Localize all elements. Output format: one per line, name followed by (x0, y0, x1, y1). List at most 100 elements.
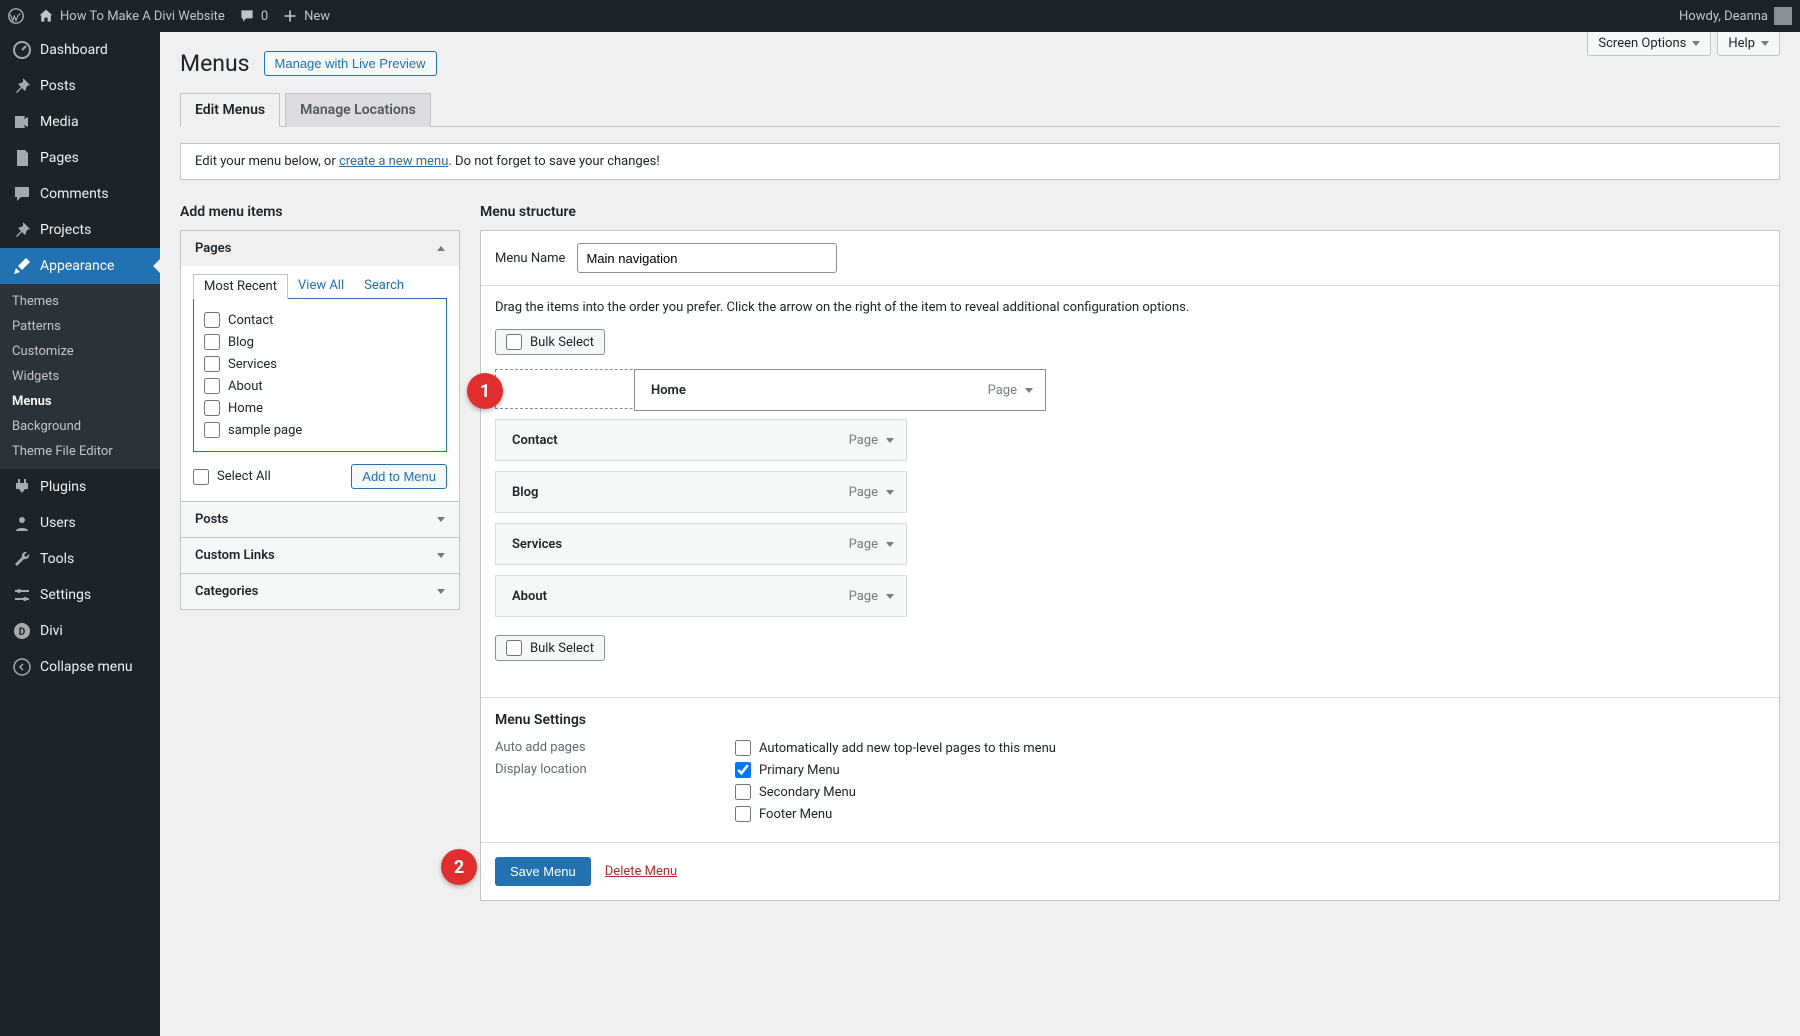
page-checkbox-services[interactable] (204, 356, 220, 372)
menu-settings-heading: Menu Settings (495, 712, 1765, 728)
live-preview-button[interactable]: Manage with Live Preview (264, 51, 437, 76)
user-account[interactable]: Howdy, Deanna (1679, 7, 1792, 25)
panel-pages-body: Most Recent View All Search Contact Blog… (181, 266, 459, 501)
location-secondary-checkbox[interactable] (735, 784, 751, 800)
panel-categories-head[interactable]: Categories (181, 574, 459, 609)
create-menu-link[interactable]: create a new menu (339, 154, 448, 169)
auto-add-label: Auto add pages (495, 740, 735, 756)
chevron-down-icon[interactable] (886, 438, 894, 443)
submenu-theme-editor[interactable]: Theme File Editor (0, 439, 160, 464)
auto-add-checkbox[interactable] (735, 740, 751, 756)
chevron-down-icon (1692, 41, 1700, 46)
edit-notice: Edit your menu below, or create a new me… (180, 143, 1780, 180)
site-title: How To Make A Divi Website (60, 9, 225, 24)
admin-bar: How To Make A Divi Website 0 New Howdy, … (0, 0, 1800, 32)
main-content: Screen Options Help Menus Manage with Li… (160, 32, 1800, 1036)
help-toggle[interactable]: Help (1717, 32, 1780, 56)
collapse-icon (12, 657, 32, 677)
screen-options-toggle[interactable]: Screen Options (1587, 32, 1711, 56)
submenu-widgets[interactable]: Widgets (0, 364, 160, 389)
chevron-down-icon[interactable] (1025, 388, 1033, 393)
svg-text:D: D (19, 627, 26, 638)
sidebar-item-dashboard[interactable]: Dashboard (0, 32, 160, 68)
page-checkbox-sample[interactable] (204, 422, 220, 438)
howdy-text: Howdy, Deanna (1679, 9, 1768, 24)
menu-items-list: 1 Home Page ContactPage BlogPage Service… (495, 369, 1765, 617)
submenu-patterns[interactable]: Patterns (0, 314, 160, 339)
sidebar-item-media[interactable]: Media (0, 104, 160, 140)
wp-logo[interactable] (8, 8, 24, 24)
panel-custom-links-head[interactable]: Custom Links (181, 538, 459, 573)
pages-icon (12, 148, 32, 168)
page-title: Menus (180, 50, 250, 77)
submenu-background[interactable]: Background (0, 414, 160, 439)
chevron-down-icon[interactable] (886, 542, 894, 547)
submenu-customize[interactable]: Customize (0, 339, 160, 364)
chevron-down-icon (437, 553, 445, 558)
sidebar-item-posts[interactable]: Posts (0, 68, 160, 104)
menu-name-input[interactable] (577, 243, 837, 273)
bulk-checkbox[interactable] (506, 640, 522, 656)
save-menu-button[interactable]: Save Menu (495, 857, 591, 886)
sidebar-item-plugins[interactable]: Plugins (0, 469, 160, 505)
bulk-checkbox[interactable] (506, 334, 522, 350)
comments-link[interactable]: 0 (239, 8, 268, 24)
menu-item-blog[interactable]: BlogPage (495, 471, 907, 513)
panel-pages-head[interactable]: Pages (181, 231, 459, 266)
divi-icon: D (12, 621, 32, 641)
menu-item-services[interactable]: ServicesPage (495, 523, 907, 565)
tab-manage-locations[interactable]: Manage Locations (285, 93, 431, 127)
menu-item-home[interactable]: Home Page (634, 369, 1046, 411)
sliders-icon (12, 585, 32, 605)
chevron-down-icon[interactable] (886, 594, 894, 599)
chevron-up-icon (437, 246, 445, 251)
pin-icon (12, 76, 32, 96)
sidebar-item-projects[interactable]: Projects (0, 212, 160, 248)
panel-posts-head[interactable]: Posts (181, 502, 459, 537)
tab-edit-menus[interactable]: Edit Menus (180, 93, 280, 127)
bulk-select-bottom[interactable]: Bulk Select (495, 635, 605, 661)
add-to-menu-button[interactable]: Add to Menu (351, 464, 447, 489)
chevron-down-icon (437, 589, 445, 594)
site-link[interactable]: How To Make A Divi Website (38, 8, 225, 24)
page-checkbox-home[interactable] (204, 400, 220, 416)
submenu-menus[interactable]: Menus (0, 389, 160, 414)
chevron-down-icon[interactable] (886, 490, 894, 495)
menu-item-contact[interactable]: ContactPage (495, 419, 907, 461)
sidebar-item-appearance[interactable]: Appearance (0, 248, 160, 284)
posttype-tab-search[interactable]: Search (354, 274, 414, 298)
location-primary-checkbox[interactable] (735, 762, 751, 778)
sidebar-item-tools[interactable]: Tools (0, 541, 160, 577)
nav-tabs: Edit Menus Manage Locations (180, 93, 1780, 127)
new-content-link[interactable]: New (282, 8, 330, 24)
location-footer-checkbox[interactable] (735, 806, 751, 822)
menu-settings: Menu Settings Auto add pages Automatical… (481, 697, 1779, 842)
select-all-checkbox[interactable] (193, 469, 209, 485)
sidebar-item-collapse[interactable]: Collapse menu (0, 649, 160, 685)
submenu-themes[interactable]: Themes (0, 289, 160, 314)
dashboard-icon (12, 40, 32, 60)
user-icon (12, 513, 32, 533)
menu-item-about[interactable]: AboutPage (495, 575, 907, 617)
annotation-1: 1 (467, 373, 503, 409)
sidebar-item-comments[interactable]: Comments (0, 176, 160, 212)
plugin-icon (12, 477, 32, 497)
menu-structure-heading: Menu structure (480, 204, 1780, 220)
add-items-accordion: Pages Most Recent View All Search Contac… (180, 230, 460, 610)
menu-frame: Menu Name Drag the items into the order … (480, 230, 1780, 901)
page-checkbox-contact[interactable] (204, 312, 220, 328)
bulk-select-top[interactable]: Bulk Select (495, 329, 605, 355)
menu-name-label: Menu Name (495, 251, 565, 266)
sidebar-item-users[interactable]: Users (0, 505, 160, 541)
sidebar-item-settings[interactable]: Settings (0, 577, 160, 613)
display-location-label: Display location (495, 762, 735, 822)
posttype-tab-recent[interactable]: Most Recent (193, 274, 288, 299)
delete-menu-link[interactable]: Delete Menu (605, 864, 677, 879)
posttype-tab-all[interactable]: View All (288, 274, 354, 298)
page-checkbox-blog[interactable] (204, 334, 220, 350)
sidebar-item-pages[interactable]: Pages (0, 140, 160, 176)
sidebar-item-divi[interactable]: DDivi (0, 613, 160, 649)
pages-checklist: Contact Blog Services About Home sample … (193, 298, 447, 452)
page-checkbox-about[interactable] (204, 378, 220, 394)
menu-footer: 2 Save Menu Delete Menu (481, 842, 1779, 900)
